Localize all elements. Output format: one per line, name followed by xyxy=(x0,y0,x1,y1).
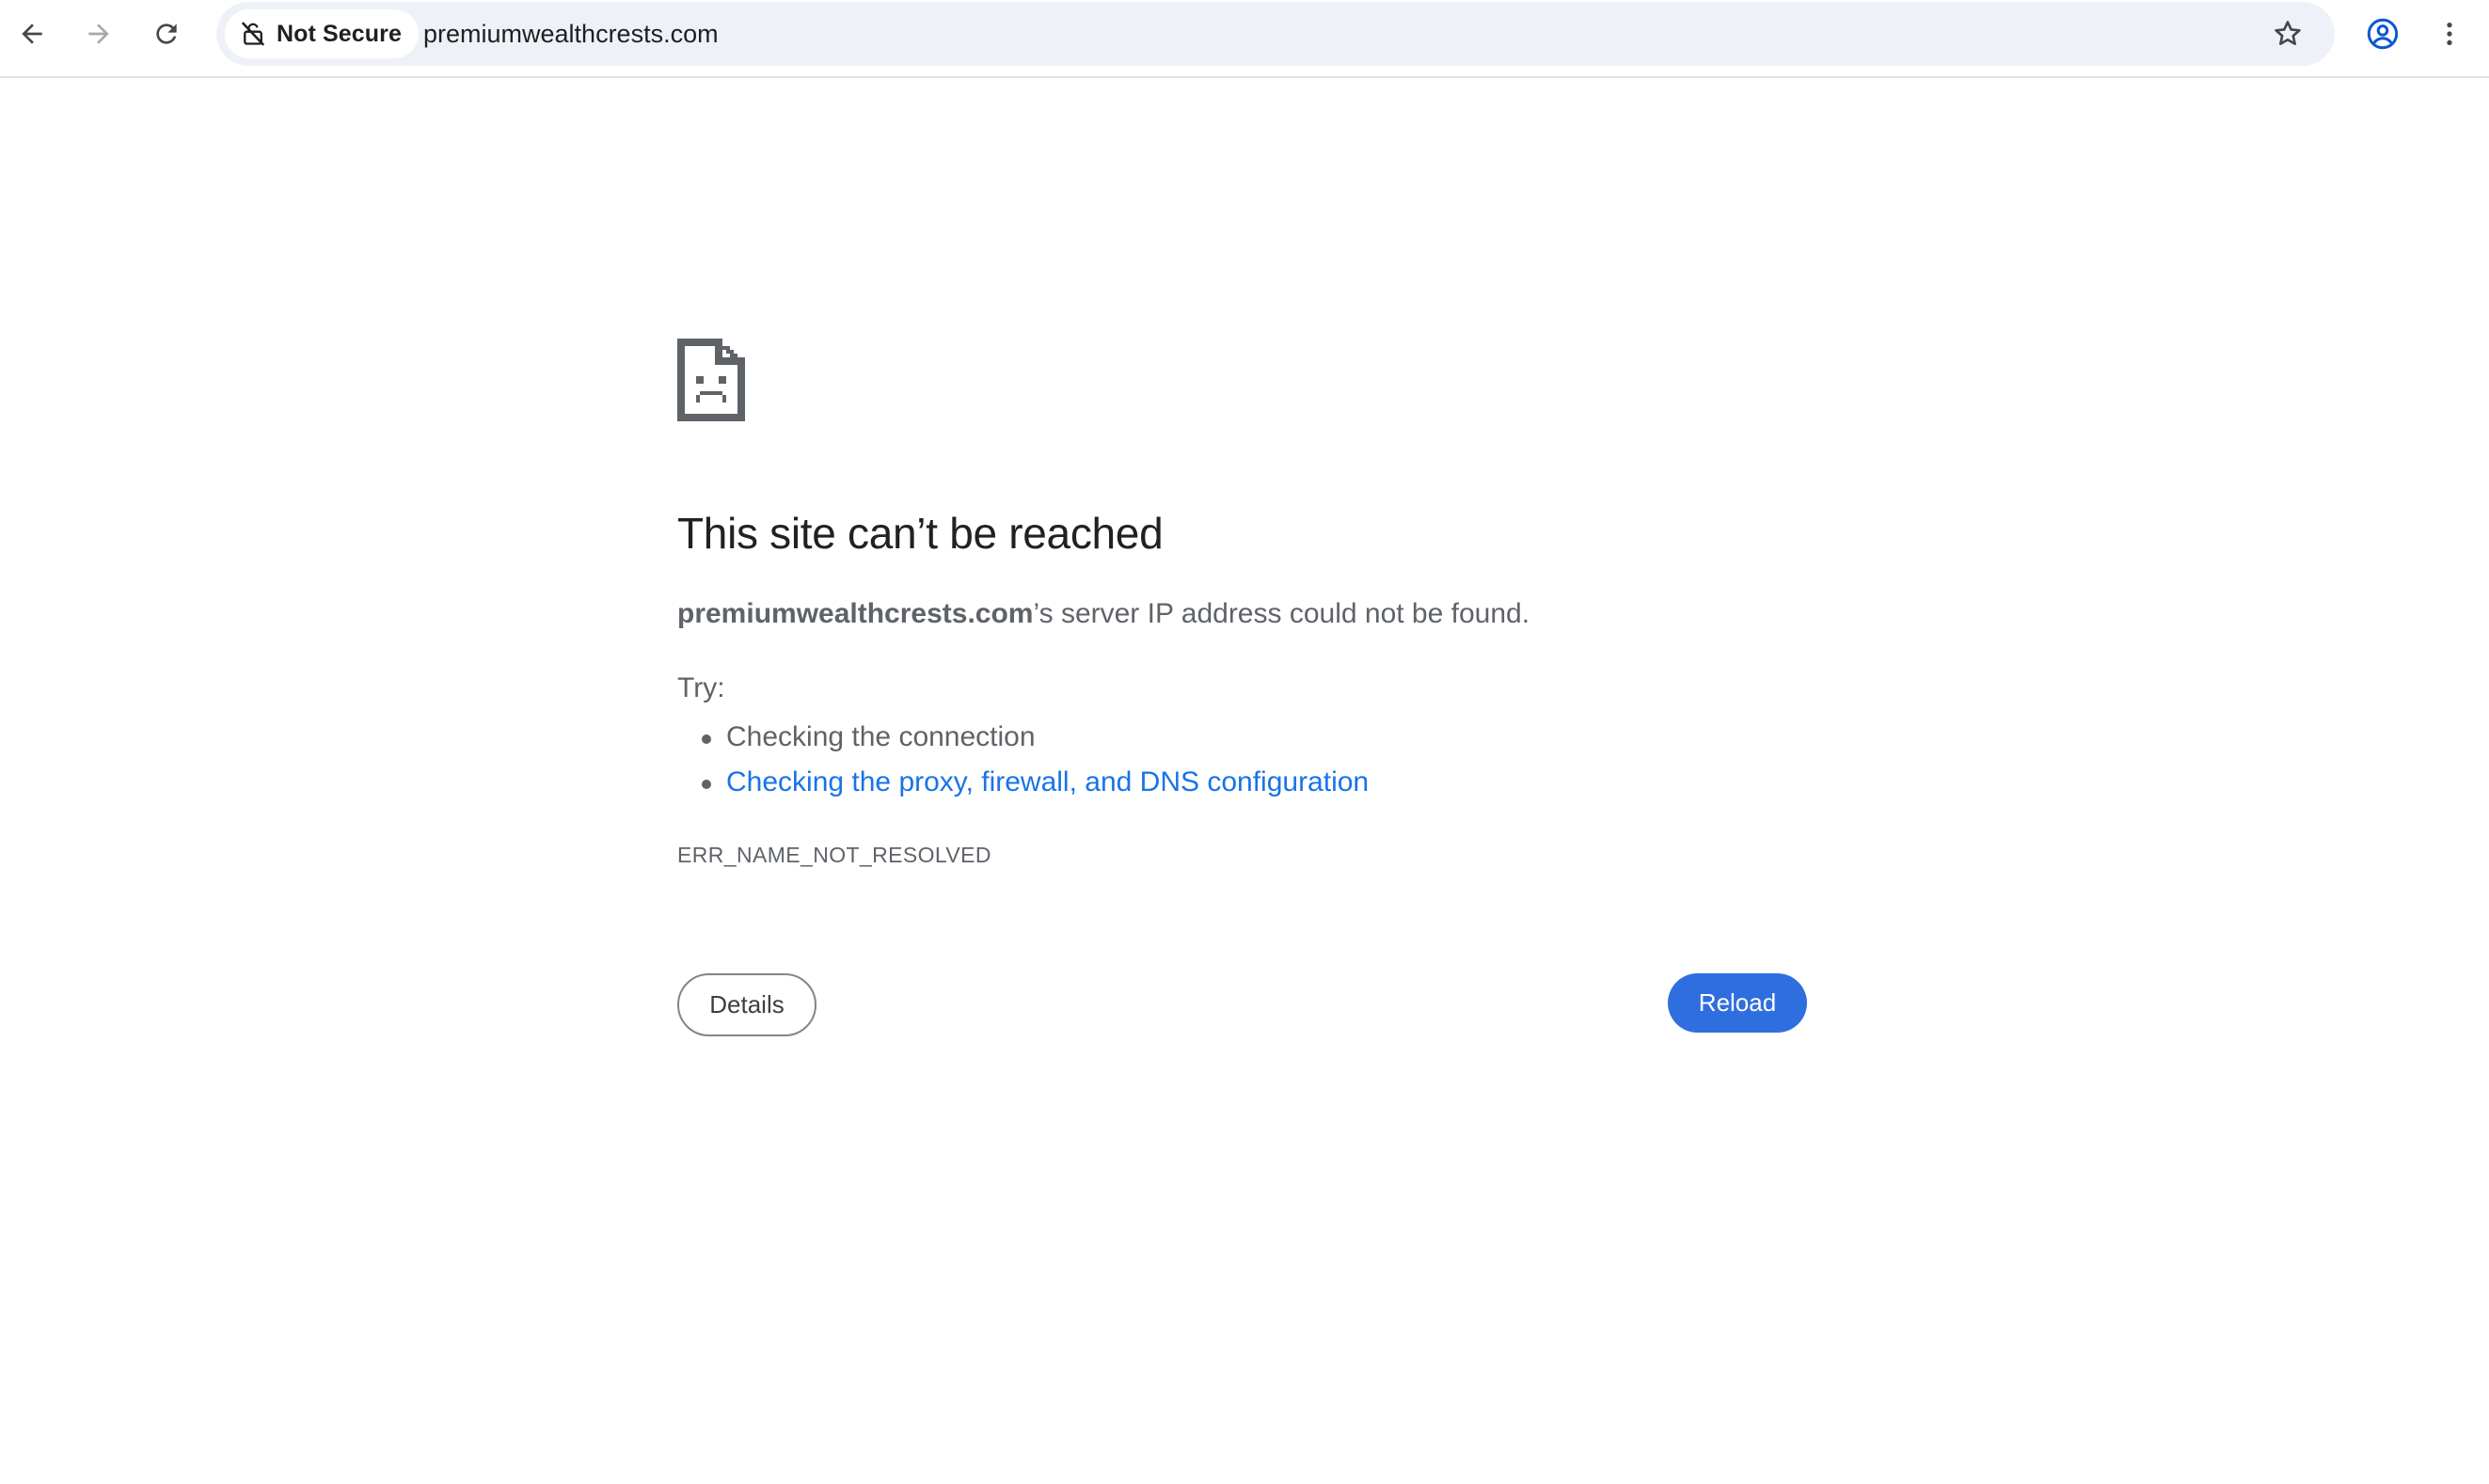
address-bar[interactable]: Not Secure premiumwealthcrests.com xyxy=(216,2,2335,66)
error-summary-rest: ’s server IP address could not be found. xyxy=(1033,598,1530,629)
browser-toolbar: Not Secure premiumwealthcrests.com xyxy=(0,0,2489,78)
bookmark-button[interactable] xyxy=(2265,11,2310,56)
error-summary: premiumwealthcrests.com’s server IP addr… xyxy=(677,598,1530,630)
arrow-right-icon xyxy=(88,24,109,44)
refresh-icon xyxy=(156,24,177,44)
suggestion-check-proxy-link[interactable]: Checking the proxy, firewall, and DNS co… xyxy=(701,760,1369,805)
suggestions-list: Checking the connection Checking the pro… xyxy=(701,715,1369,805)
error-headline: This site can’t be reached xyxy=(677,509,1164,558)
broken-lock-icon xyxy=(242,22,264,46)
error-domain: premiumwealthcrests.com xyxy=(677,598,1034,629)
security-indicator-chip[interactable]: Not Secure xyxy=(225,9,419,58)
suggestion-check-connection: Checking the connection xyxy=(701,715,1369,760)
arrow-left-icon xyxy=(22,24,42,44)
back-button[interactable] xyxy=(9,11,55,56)
error-code: ERR_NAME_NOT_RESOLVED xyxy=(677,843,991,867)
forward-button[interactable] xyxy=(76,11,121,56)
browser-menu-button[interactable] xyxy=(2427,11,2472,56)
details-button[interactable]: Details xyxy=(677,973,816,1036)
profile-button[interactable] xyxy=(2360,11,2405,56)
star-outline-icon xyxy=(2275,21,2301,45)
account-circle-icon xyxy=(2367,18,2399,50)
kebab-menu-icon xyxy=(2447,23,2452,45)
url-text[interactable]: premiumwealthcrests.com xyxy=(423,2,719,66)
security-label: Not Secure xyxy=(277,20,402,47)
try-label: Try: xyxy=(677,672,725,703)
reload-button[interactable]: Reload xyxy=(1668,973,1807,1033)
reload-page-button[interactable] xyxy=(144,11,189,56)
sad-page-icon xyxy=(677,339,745,421)
